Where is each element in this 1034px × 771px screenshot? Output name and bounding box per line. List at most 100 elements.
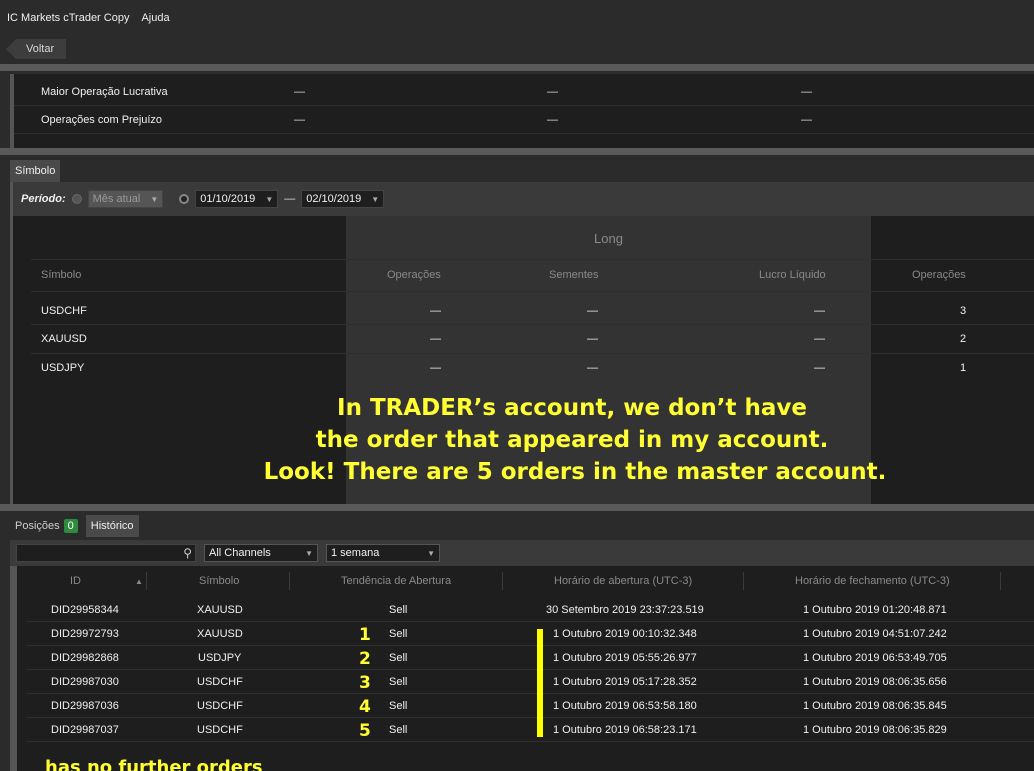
date-to-select[interactable]: 02/10/2019 ▼ [301, 190, 385, 208]
symbol-panel: Período: Mês atual ▼ 01/10/2019 ▼ — 02/1… [10, 182, 1034, 504]
side-cell: Sell [389, 652, 408, 664]
table-row[interactable]: DID29987037 USDCHF Sell 1 Outubro 2019 0… [27, 718, 1034, 742]
seeds-cell: — [587, 305, 598, 317]
period-label: Período: [21, 193, 66, 205]
symbol-cell: USDCHF [197, 700, 243, 712]
table-row[interactable]: DID29958344 XAUUSD Sell 30 Setembro 2019… [27, 598, 1034, 622]
ops-cell: — [430, 305, 441, 317]
open-time-cell: 1 Outubro 2019 06:58:23.171 [553, 724, 697, 736]
preset-select[interactable]: Mês atual ▼ [87, 190, 164, 208]
id-cell: DID29987036 [51, 700, 119, 712]
col-header-id[interactable]: ID [70, 575, 81, 587]
splitter-top[interactable] [0, 64, 1034, 71]
open-time-cell: 1 Outubro 2019 05:55:26.977 [553, 652, 697, 664]
annotation-line-1: In TRADER’s account, we don’t have [337, 395, 807, 421]
positions-count-badge: 0 [63, 519, 78, 533]
range-select[interactable]: 1 semana ▼ [326, 544, 440, 562]
id-cell: DID29972793 [51, 628, 119, 640]
stat-label: Maior Operação Lucrativa [41, 85, 168, 98]
divider [31, 324, 1034, 325]
long-group-header: Long [594, 231, 623, 246]
close-time-cell: 1 Outubro 2019 08:06:35.829 [803, 724, 947, 736]
date-from-select[interactable]: 01/10/2019 ▼ [195, 190, 279, 208]
tab-positions[interactable]: Posições 0 [10, 515, 83, 537]
annotation-highlight-bar [537, 629, 543, 737]
app-title-menu[interactable]: IC Markets cTrader Copy [7, 12, 129, 24]
table-row[interactable]: DID29972793 XAUUSD Sell 1 Outubro 2019 0… [27, 622, 1034, 646]
column-separator[interactable] [289, 572, 290, 590]
chevron-down-icon: ▼ [150, 194, 159, 204]
col-header-symbol[interactable]: Símbolo [41, 269, 81, 281]
tab-history[interactable]: Histórico [85, 515, 139, 537]
column-separator[interactable] [743, 572, 744, 590]
menu-bar: IC Markets cTrader Copy Ajuda [0, 0, 1034, 36]
open-time-cell: 1 Outubro 2019 00:10:32.348 [553, 628, 697, 640]
close-time-cell: 1 Outubro 2019 06:53:49.705 [803, 652, 947, 664]
symbol-cell: USDJPY [198, 652, 242, 664]
id-cell: DID29987037 [51, 724, 119, 736]
stat-value: — [547, 113, 558, 126]
annotation-bottom-caption: has no further orders [45, 757, 263, 771]
stat-row-loss-ops: Operações com Prejuízo — — — [14, 106, 1034, 134]
stat-value: — [294, 85, 305, 98]
stats-panel: Maior Operação Lucrativa — — — Operações… [10, 74, 1034, 148]
close-time-cell: 1 Outubro 2019 08:06:35.656 [803, 676, 947, 688]
id-cell: DID29987030 [51, 676, 119, 688]
symbol-cell: USDCHF [197, 676, 243, 688]
col-header-seeds[interactable]: Sementes [549, 269, 599, 281]
radio-custom-range[interactable] [179, 194, 190, 204]
sort-asc-icon[interactable]: ▲ [135, 577, 143, 586]
table-row[interactable]: DID29987030 USDCHF Sell 1 Outubro 2019 0… [27, 670, 1034, 694]
profit-cell: — [814, 362, 825, 374]
col-header-close-time[interactable]: Horário de fechamento (UTC-3) [795, 575, 950, 587]
symbol-cell: XAUUSD [197, 628, 243, 640]
col-header-ops[interactable]: Operações [387, 269, 441, 281]
open-time-cell: 1 Outubro 2019 05:17:28.352 [553, 676, 697, 688]
side-cell: Sell [389, 604, 408, 616]
divider [31, 291, 1034, 292]
table-row[interactable]: DID29987036 USDCHF Sell 1 Outubro 2019 0… [27, 694, 1034, 718]
stat-row-max-profit: Maior Operação Lucrativa — — — [14, 78, 1034, 106]
column-separator[interactable] [1000, 572, 1001, 590]
col-header-open-time[interactable]: Horário de abertura (UTC-3) [554, 575, 692, 587]
col-header-open-trend[interactable]: Tendência de Abertura [341, 575, 451, 587]
search-icon: ⚲ [183, 546, 192, 560]
symbol-cell: USDCHF [197, 724, 243, 736]
range-separator: — [284, 193, 296, 205]
side-cell: Sell [389, 676, 408, 688]
back-button[interactable]: Voltar [6, 39, 67, 59]
column-separator[interactable] [502, 572, 503, 590]
divider [31, 353, 1034, 354]
channel-select[interactable]: All Channels ▼ [204, 544, 318, 562]
history-toolbar: ⚲ All Channels ▼ 1 semana ▼ [10, 540, 1034, 566]
stat-value: — [801, 85, 812, 98]
annotation-number-3: 3 [359, 673, 371, 693]
col-header-symbol[interactable]: Símbolo [199, 575, 239, 587]
annotation-number-2: 2 [359, 649, 371, 669]
stat-label: Operações com Prejuízo [41, 113, 163, 126]
symbol-tabstrip: Símbolo [10, 158, 61, 182]
open-time-cell: 1 Outubro 2019 06:53:58.180 [553, 700, 697, 712]
close-time-cell: 1 Outubro 2019 04:51:07.242 [803, 628, 947, 640]
splitter-middle[interactable] [0, 148, 1034, 155]
history-search-input[interactable]: ⚲ [16, 544, 196, 562]
splitter-bottom[interactable] [0, 504, 1034, 511]
ops-cell: — [430, 362, 441, 374]
col-header-ops-2[interactable]: Operações [912, 269, 966, 281]
tab-positions-label: Posições [15, 520, 60, 532]
tab-symbol[interactable]: Símbolo [10, 160, 61, 182]
column-separator[interactable] [146, 572, 147, 590]
range-value: 1 semana [331, 547, 380, 559]
table-row[interactable]: DID29982868 USDJPY Sell 1 Outubro 2019 0… [27, 646, 1034, 670]
date-from-value: 01/10/2019 [200, 193, 256, 205]
ops-cell: — [430, 333, 441, 345]
radio-preset[interactable] [71, 194, 82, 204]
help-menu[interactable]: Ajuda [141, 12, 169, 24]
chevron-down-icon: ▼ [305, 548, 313, 558]
side-cell: Sell [389, 724, 408, 736]
preset-value: Mês atual [92, 193, 141, 205]
annotation-number-4: 4 [359, 697, 371, 717]
close-time-cell: 1 Outubro 2019 08:06:35.845 [803, 700, 947, 712]
col-header-net-profit[interactable]: Lucro Líquido [759, 269, 826, 281]
annotation-number-1: 1 [359, 625, 371, 645]
